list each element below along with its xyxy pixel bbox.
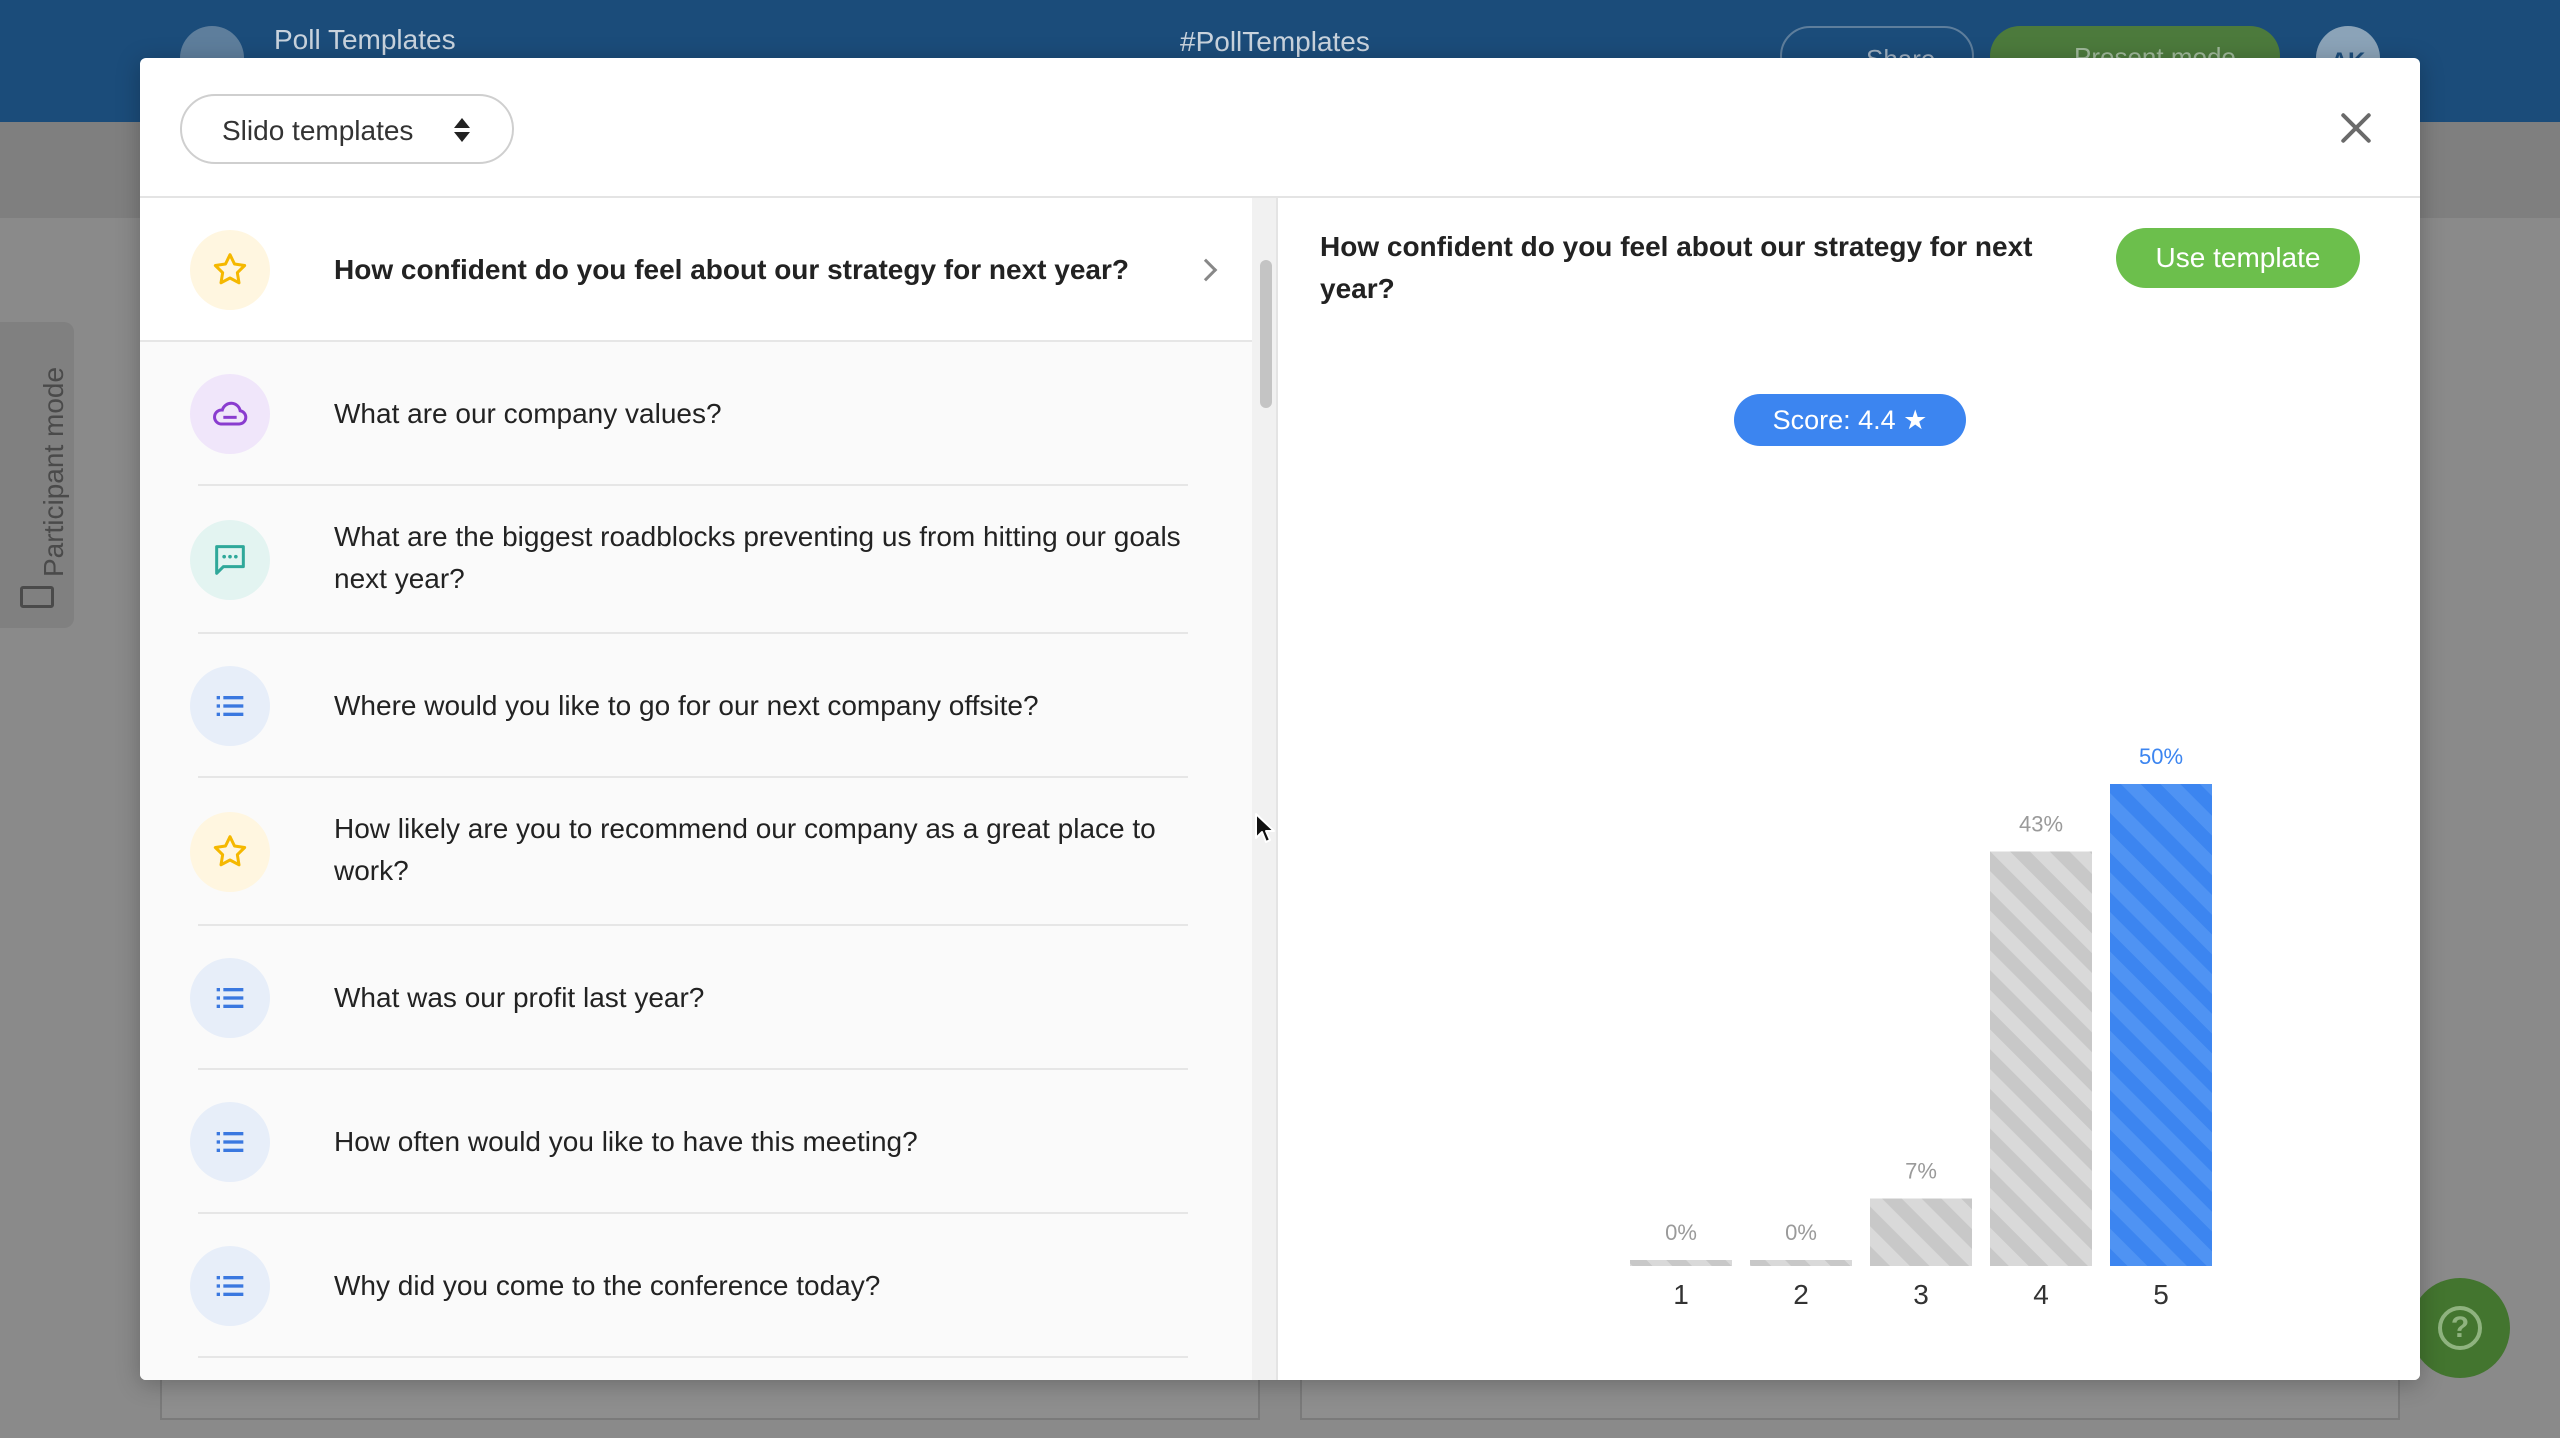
list-item[interactable]: How likely are you to recommend our comp… bbox=[140, 778, 1252, 926]
tick-label-3: 3 bbox=[1913, 1279, 1929, 1310]
list-item-label: How confident do you feel about our stra… bbox=[334, 254, 1129, 285]
data-label-5: 50% bbox=[2139, 744, 2183, 769]
list-item-label: Where would you like to go for our next … bbox=[334, 690, 1039, 721]
list-item-label: How likely are you to recommend our comp… bbox=[334, 813, 1156, 886]
modal-header: Slido templates bbox=[140, 58, 2420, 198]
star-icon bbox=[190, 230, 270, 310]
bar-1 bbox=[1630, 1260, 1732, 1266]
list-icon bbox=[190, 1102, 270, 1182]
templates-modal: Slido templates How confident do you fee… bbox=[140, 58, 2420, 1380]
list-item[interactable]: What are our company values? bbox=[140, 342, 1252, 486]
tick-label-1: 1 bbox=[1673, 1279, 1689, 1310]
template-preview: How confident do you feel about our stra… bbox=[1280, 198, 2420, 1380]
app-title: Poll Templates bbox=[274, 24, 456, 55]
rating-bar-chart: 0% 1 0% 2 7% 3 43% 4 50% 5 bbox=[1630, 744, 2212, 1310]
list-icon bbox=[190, 1246, 270, 1326]
data-label-4: 43% bbox=[2019, 811, 2063, 836]
preview-title: How confident do you feel about our stra… bbox=[1320, 231, 2033, 304]
list-item[interactable]: Where would you like to go for our next … bbox=[140, 634, 1252, 778]
use-template-button[interactable]: Use template bbox=[2116, 228, 2360, 288]
list-item-label: Why did you come to the conference today… bbox=[334, 1270, 881, 1301]
bar-4 bbox=[1990, 851, 2092, 1266]
list-item-label: What was our profit last year? bbox=[334, 982, 705, 1013]
question-icon: ? bbox=[2438, 1306, 2482, 1350]
event-hashtag: #PollTemplates bbox=[1180, 26, 1370, 57]
close-icon[interactable] bbox=[2336, 108, 2376, 148]
list-item[interactable]: What are the biggest roadblocks preventi… bbox=[140, 486, 1252, 634]
device-icon bbox=[20, 586, 54, 608]
tick-label-2: 2 bbox=[1793, 1279, 1809, 1310]
list-icon bbox=[190, 958, 270, 1038]
help-button[interactable]: ? bbox=[2410, 1278, 2510, 1378]
score-badge: Score: 4.4 ★ bbox=[1734, 394, 1966, 446]
scrollbar-thumb[interactable] bbox=[1260, 260, 1272, 408]
chat-bubble-icon bbox=[190, 520, 270, 600]
word-cloud-icon bbox=[190, 374, 270, 454]
star-icon bbox=[190, 812, 270, 892]
participant-mode-tab[interactable]: Participant mode bbox=[0, 322, 74, 628]
list-item[interactable]: How confident do you feel about our stra… bbox=[140, 198, 1252, 342]
list-item-label: How often would you like to have this me… bbox=[334, 1126, 918, 1157]
chevron-right-icon bbox=[1194, 258, 1218, 282]
bar-3 bbox=[1870, 1198, 1972, 1266]
data-label-3: 7% bbox=[1905, 1159, 1937, 1184]
list-scrollbar[interactable] bbox=[1252, 198, 1278, 1380]
list-item[interactable]: What was our profit last year? bbox=[140, 926, 1252, 1070]
list-item-label: What are our company values? bbox=[334, 398, 722, 429]
mouse-cursor-icon bbox=[1255, 813, 1275, 843]
list-item-label: What are the biggest roadblocks preventi… bbox=[334, 521, 1181, 594]
list-item[interactable]: Why did you come to the conference today… bbox=[140, 1214, 1252, 1358]
list-item[interactable]: How often would you like to have this me… bbox=[140, 1070, 1252, 1214]
bar-2 bbox=[1750, 1260, 1852, 1266]
data-label-1: 0% bbox=[1665, 1220, 1697, 1245]
sort-arrows-icon bbox=[454, 114, 470, 146]
template-source-select[interactable]: Slido templates bbox=[180, 94, 514, 164]
participant-mode-label: Participant mode bbox=[38, 366, 69, 578]
data-label-2: 0% bbox=[1785, 1220, 1817, 1245]
list-icon bbox=[190, 666, 270, 746]
template-list: How confident do you feel about our stra… bbox=[140, 198, 1252, 1380]
tick-label-5: 5 bbox=[2153, 1279, 2169, 1310]
bar-5 bbox=[2110, 784, 2212, 1266]
template-source-label: Slido templates bbox=[222, 115, 414, 146]
tick-label-4: 4 bbox=[2033, 1279, 2049, 1310]
